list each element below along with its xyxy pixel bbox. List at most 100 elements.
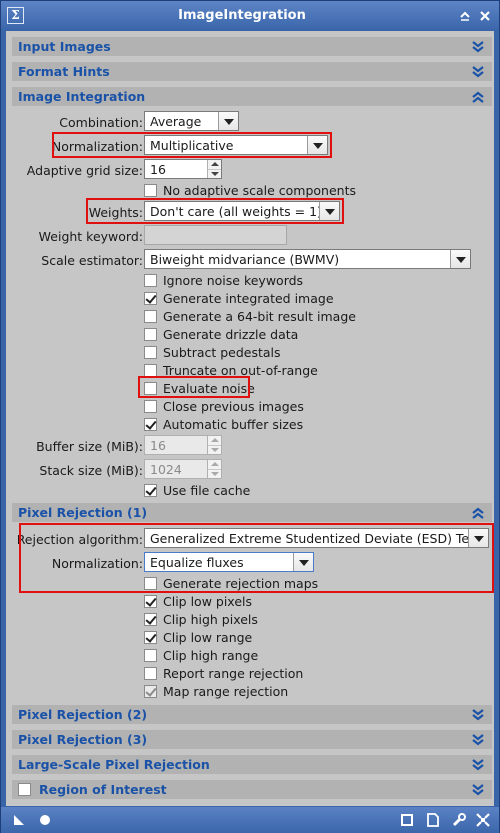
rejection-algorithm-value: Generalized Extreme Studentized Deviate … [150, 531, 481, 546]
combination-value: Average [150, 114, 202, 129]
checkbox-label: Truncate on out-of-range [163, 363, 318, 378]
checkbox-box[interactable] [144, 328, 157, 341]
expand-icon[interactable] [472, 733, 484, 747]
checkbox-box[interactable] [144, 292, 157, 305]
checkbox-box[interactable] [144, 631, 157, 644]
section-title: Format Hints [18, 64, 110, 79]
normalization-combo[interactable]: Multiplicative [144, 135, 328, 155]
shade-icon[interactable] [458, 9, 472, 23]
checkbox-box[interactable] [144, 382, 157, 395]
normalization-value: Multiplicative [150, 138, 234, 153]
checkbox-label: Use file cache [163, 483, 251, 498]
section-title: Region of Interest [39, 782, 167, 797]
apply-global-icon[interactable] [37, 812, 53, 828]
scale-estimator-label: Scale estimator: [41, 253, 143, 268]
combination-label: Combination: [59, 115, 143, 130]
chevron-down-icon[interactable] [307, 136, 327, 154]
section-pixel-rejection-2[interactable]: Pixel Rejection (2) [12, 705, 492, 724]
expand-icon[interactable] [472, 40, 484, 54]
rejection-normalization-combo[interactable]: Equalize fluxes [144, 552, 314, 572]
section-format-hints[interactable]: Format Hints [12, 62, 492, 81]
spin-up-icon[interactable] [207, 460, 221, 469]
rejection-normalization-label: Normalization: [51, 556, 143, 571]
collapse-icon[interactable] [472, 506, 484, 520]
stack-size-label: Stack size (MiB): [39, 463, 143, 478]
checkbox-box[interactable] [144, 364, 157, 377]
expand-icon[interactable] [472, 708, 484, 722]
checkbox-box[interactable] [144, 400, 157, 413]
weight-keyword-field[interactable] [144, 225, 287, 245]
window-title: ImageIntegration [178, 8, 306, 23]
section-image-integration[interactable]: Image Integration [12, 87, 492, 106]
normalization-label: Normalization: [51, 139, 143, 154]
chevron-down-icon[interactable] [293, 553, 313, 571]
section-region-of-interest[interactable]: Region of Interest [12, 780, 492, 799]
checkbox-box[interactable] [144, 685, 157, 698]
spin-down-icon[interactable] [207, 169, 221, 178]
checkbox-label: Report range rejection [163, 666, 304, 681]
chevron-down-icon[interactable] [218, 112, 238, 130]
spin-down-icon[interactable] [207, 469, 221, 478]
section-large-scale-rejection[interactable]: Large-Scale Pixel Rejection [12, 755, 492, 774]
chevron-down-icon[interactable] [319, 202, 339, 220]
collapse-icon[interactable] [472, 90, 484, 104]
reset-icon[interactable] [475, 812, 491, 828]
scale-estimator-combo[interactable]: Biweight midvariance (BWMV) [144, 249, 471, 269]
expand-icon[interactable] [472, 65, 484, 79]
checkbox-label: No adaptive scale components [163, 183, 357, 198]
checkbox-box[interactable] [144, 484, 157, 497]
process-client-area: Input Images Format Hints Image Integrat… [6, 31, 494, 806]
checkbox-label: Map range rejection [163, 684, 289, 699]
checkbox-label: Generate integrated image [163, 291, 334, 306]
checkbox-label: Generate a 64-bit result image [163, 309, 356, 324]
section-input-images[interactable]: Input Images [12, 37, 492, 56]
wrench-icon[interactable] [451, 812, 467, 828]
checkbox-label: Ignore noise keywords [163, 273, 304, 288]
rejection-normalization-value: Equalize fluxes [150, 555, 244, 570]
combination-combo[interactable]: Average [144, 111, 239, 131]
section-pixel-rejection-1[interactable]: Pixel Rejection (1) [12, 503, 492, 522]
spin-down-icon[interactable] [207, 445, 221, 454]
expand-icon[interactable] [472, 783, 484, 797]
chevron-down-icon[interactable] [468, 529, 488, 547]
checkbox-box[interactable] [144, 595, 157, 608]
spin-up-icon[interactable] [207, 436, 221, 445]
checkbox-label: Generate drizzle data [163, 327, 299, 342]
adaptive-grid-value: 16 [150, 162, 166, 177]
preview-icon[interactable] [399, 812, 415, 828]
checkbox-label: Clip high pixels [163, 612, 258, 627]
section-title: Large-Scale Pixel Rejection [18, 757, 210, 772]
roi-checkbox[interactable] [18, 783, 31, 796]
checkbox-box[interactable] [144, 577, 157, 590]
checkbox-box[interactable] [144, 310, 157, 323]
buffer-size-value: 16 [150, 438, 166, 453]
section-title: Pixel Rejection (2) [18, 707, 148, 722]
checkbox-box[interactable] [144, 418, 157, 431]
scale-estimator-value: Biweight midvariance (BWMV) [150, 252, 340, 267]
buffer-size-spinbox[interactable]: 16 [144, 435, 222, 455]
close-icon[interactable] [478, 9, 492, 23]
rejection-algorithm-combo[interactable]: Generalized Extreme Studentized Deviate … [144, 528, 489, 548]
buffer-size-label: Buffer size (MiB): [36, 439, 143, 454]
checkbox-label: Clip high range [163, 648, 259, 663]
new-instance-icon[interactable] [11, 812, 27, 828]
title-bar[interactable]: Σ ImageIntegration [1, 1, 499, 30]
checkbox-box[interactable] [144, 649, 157, 662]
spin-up-icon[interactable] [207, 160, 221, 169]
chevron-down-icon[interactable] [450, 250, 470, 268]
document-icon[interactable] [425, 812, 441, 828]
checkbox-box[interactable] [144, 274, 157, 287]
bottom-toolbar [1, 807, 499, 833]
weights-value: Don't care (all weights = 1) [150, 204, 322, 219]
checkbox-box[interactable] [144, 184, 157, 197]
process-window: Σ ImageIntegration Input Images Format H… [0, 0, 500, 833]
adaptive-grid-spinbox[interactable]: 16 [144, 159, 222, 179]
expand-icon[interactable] [472, 758, 484, 772]
checkbox-box[interactable] [144, 346, 157, 359]
checkbox-label: Subtract pedestals [163, 345, 281, 360]
checkbox-box[interactable] [144, 613, 157, 626]
checkbox-box[interactable] [144, 667, 157, 680]
weights-combo[interactable]: Don't care (all weights = 1) [144, 201, 340, 221]
section-pixel-rejection-3[interactable]: Pixel Rejection (3) [12, 730, 492, 749]
stack-size-spinbox[interactable]: 1024 [144, 459, 222, 479]
